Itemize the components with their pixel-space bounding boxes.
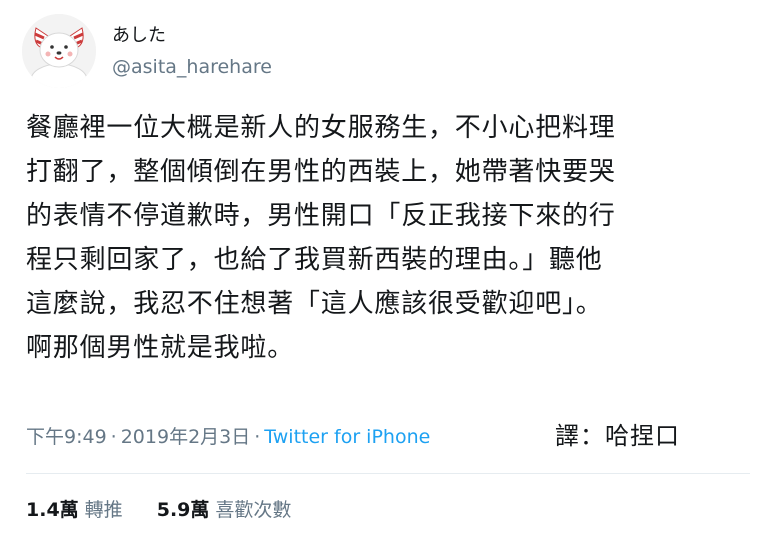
tweet-text: 餐廳裡一位大概是新人的女服務生，不小心把料理 打翻了，整個傾倒在男性的西裝上，她… <box>26 106 761 370</box>
tweet-source-link[interactable]: Twitter for iPhone <box>264 426 430 448</box>
display-name[interactable]: あした <box>112 24 166 48</box>
tweet-text-line: 的表情不停道歉時，男性開口「反正我接下來的行 <box>26 201 616 231</box>
user-handle[interactable]: @asita_harehare <box>112 55 272 79</box>
tweet-meta: 下午9:49 · 2019年2月3日 · Twitter for iPhone <box>26 424 430 450</box>
tweet-stats: 1.4萬 轉推 5.9萬 喜歡次數 <box>26 497 319 523</box>
retweet-label: 轉推 <box>84 499 123 521</box>
tweet-date[interactable]: 2019年2月3日 <box>121 426 251 448</box>
tweet-text-line: 餐廳裡一位大概是新人的女服務生，不小心把料理 <box>26 113 616 143</box>
divider <box>26 473 750 474</box>
like-stat[interactable]: 5.9萬 喜歡次數 <box>157 497 292 523</box>
tweet-text-line: 打翻了，整個傾倒在男性的西裝上，她帶著快要哭 <box>26 157 616 187</box>
retweet-count: 1.4萬 <box>26 499 79 521</box>
tweet-time[interactable]: 下午9:49 <box>26 426 107 448</box>
like-count: 5.9萬 <box>156 499 210 521</box>
retweet-stat[interactable]: 1.4萬 轉推 <box>26 497 123 523</box>
tweet-text-line: 這麼說，我忍不住想著「這人應該很受歡迎吧」。 <box>26 289 603 319</box>
tweet-card: あした @asita_harehare 餐廳裡一位大概是新人的女服務生，不小心把… <box>0 0 766 547</box>
meta-separator: · <box>254 426 261 448</box>
tweet-text-line: 啊那個男性就是我啦。 <box>26 333 295 363</box>
tweet-text-line: 程只剩回家了，也給了我買新西裝的理由。」聽他 <box>26 245 603 275</box>
dog-avatar-icon <box>22 14 96 88</box>
avatar[interactable] <box>22 14 96 88</box>
like-label: 喜歡次數 <box>215 499 292 521</box>
translator-credit: 譯：哈捏口 <box>555 422 680 450</box>
meta-separator: · <box>110 426 117 448</box>
